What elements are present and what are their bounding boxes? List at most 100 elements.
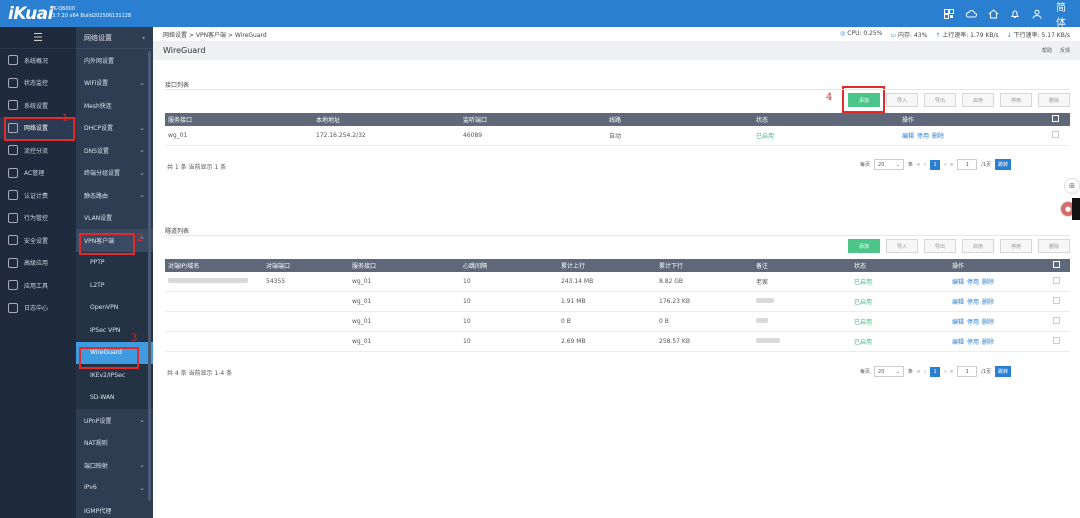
disable-link[interactable]: 停用	[967, 299, 979, 306]
next-page-button[interactable]: ›	[944, 369, 946, 375]
subnav-item[interactable]: IPv6 ⌄	[76, 477, 153, 500]
prev-page-button[interactable]: ‹	[924, 369, 926, 375]
current-page[interactable]: 1	[930, 366, 941, 377]
collapse-subnav-icon[interactable]: ‹	[142, 34, 145, 42]
subnav-item[interactable]: WiFi设置 ⌄	[76, 72, 153, 95]
language-switch[interactable]: 简体	[1056, 3, 1070, 29]
delete-link[interactable]: 删除	[932, 133, 944, 140]
total-upload: 0 B	[561, 318, 571, 325]
page-size-select[interactable]: 20 ⌄	[874, 366, 905, 377]
tunnel-export-button[interactable]: 导出	[924, 239, 956, 253]
iface-disable-button[interactable]: 停用	[1000, 93, 1032, 107]
feedback-link[interactable]: 反馈	[1060, 47, 1070, 54]
select-all-checkbox[interactable]	[1050, 261, 1070, 270]
delete-link[interactable]: 删除	[982, 299, 994, 306]
edit-link[interactable]: 编辑	[952, 319, 964, 326]
iface-add-button[interactable]: 添加	[848, 93, 880, 107]
sidebar-item[interactable]: 行为管控	[0, 207, 76, 230]
qrcode-float-icon[interactable]: ⊞	[1064, 178, 1080, 194]
vpn-subitem[interactable]: IPSec VPN	[76, 319, 153, 342]
tunnel-import-button[interactable]: 导入	[886, 239, 918, 253]
peer-port: 54355	[266, 278, 286, 285]
sidebar-item[interactable]: 流控分流	[0, 139, 76, 162]
subnav-item[interactable]: 终端分组设置 ⌄	[76, 162, 153, 185]
vpn-subitem[interactable]: L2TP	[76, 274, 153, 297]
first-page-button[interactable]: «	[917, 162, 920, 168]
sidebar-item[interactable]: AC管理	[0, 162, 76, 185]
help-link[interactable]: 帮助	[1042, 47, 1052, 54]
page-size-select[interactable]: 20 ⌄	[874, 159, 905, 170]
next-page-button[interactable]: ›	[944, 162, 946, 168]
bell-icon[interactable]	[1008, 7, 1022, 21]
vpn-subitem[interactable]: OpenVPN	[76, 296, 153, 319]
subnav-item[interactable]: 端口映射 ⌄	[76, 454, 153, 477]
last-page-button[interactable]: »	[950, 369, 953, 375]
subnav-item[interactable]: Mesh快连	[76, 94, 153, 117]
cloud-icon[interactable]	[964, 7, 978, 21]
prev-page-button[interactable]: ‹	[924, 162, 926, 168]
iface-name: wg_01	[168, 132, 188, 139]
sidebar-item[interactable]: 系统概况	[0, 49, 76, 72]
goto-page-input[interactable]: 1	[957, 366, 978, 377]
subnav-item-label: IPv6	[84, 484, 97, 492]
select-all-checkbox[interactable]	[1049, 115, 1070, 124]
row-checkbox[interactable]	[1050, 337, 1070, 346]
sidebar-item[interactable]: 认证计费	[0, 184, 76, 207]
collapse-sidebar-icon[interactable]: ☰	[0, 27, 76, 49]
edit-link[interactable]: 编辑	[952, 339, 964, 346]
subnav-item[interactable]: IGMP代理	[76, 499, 153, 518]
side-tab[interactable]	[1072, 198, 1080, 220]
first-page-button[interactable]: «	[917, 369, 920, 375]
edit-link[interactable]: 编辑	[952, 279, 964, 286]
iface-export-button[interactable]: 导出	[924, 93, 956, 107]
jump-button[interactable]: 跳转	[995, 159, 1012, 170]
subnav-item[interactable]: DHCP设置 ⌄	[76, 117, 153, 140]
edit-link[interactable]: 编辑	[952, 299, 964, 306]
sidebar-item[interactable]: 安全设置	[0, 229, 76, 252]
last-page-button[interactable]: »	[950, 162, 953, 168]
subnav-item[interactable]: NAT规则	[76, 432, 153, 455]
subnav-item-label: IGMP代理	[84, 507, 112, 515]
tunnel-table: 对端IP/域名 对端端口 服务接口 心跳间隔 累计上行 累计下行 备注 状态 操…	[165, 259, 1070, 352]
row-checkbox[interactable]	[1050, 297, 1070, 306]
chevron-down-icon: ⌄	[139, 78, 145, 87]
table-row: wg_01 10 2.69 MB 258.57 KB 已启用 编辑 停用 删除	[165, 332, 1070, 352]
goto-page-input[interactable]: 1	[957, 159, 978, 170]
user-icon[interactable]	[1030, 7, 1044, 21]
tunnel-add-button[interactable]: 添加	[848, 239, 880, 253]
edit-link[interactable]: 编辑	[902, 133, 914, 140]
subnav-item[interactable]: UPnP设置 ⌄	[76, 409, 153, 432]
tunnel-disable-button[interactable]: 停用	[1000, 239, 1032, 253]
vpn-subitem[interactable]: SD-WAN	[76, 386, 153, 409]
disable-link[interactable]: 停用	[967, 279, 979, 286]
iface-enable-button[interactable]: 启用	[962, 93, 994, 107]
primary-sidebar: ☰ 系统概况 状态监控 系统设置 网络设置 流控分流 AC管理 认证计费 行为管控 安全设置 高级…	[0, 27, 76, 518]
subnav-item[interactable]: DNS设置 ⌄	[76, 139, 153, 162]
row-checkbox[interactable]	[1049, 131, 1070, 140]
home-icon[interactable]	[986, 7, 1000, 21]
qrcode-icon[interactable]	[942, 7, 956, 21]
tunnel-delete-button[interactable]: 删除	[1038, 239, 1070, 253]
disable-link[interactable]: 停用	[917, 133, 929, 140]
sidebar-item[interactable]: 状态监控	[0, 72, 76, 95]
subnav-item[interactable]: 内外网设置	[76, 49, 153, 72]
delete-link[interactable]: 删除	[982, 319, 994, 326]
tools-icon	[8, 280, 18, 291]
sidebar-item[interactable]: 日志中心	[0, 297, 76, 320]
subnav-item[interactable]: VLAN设置	[76, 207, 153, 230]
iface-import-button[interactable]: 导入	[886, 93, 918, 107]
disable-link[interactable]: 停用	[967, 319, 979, 326]
row-checkbox[interactable]	[1050, 317, 1070, 326]
sidebar-item[interactable]: 应用工具	[0, 274, 76, 297]
row-checkbox[interactable]	[1050, 277, 1070, 286]
subnav-scrollbar[interactable]	[148, 51, 151, 501]
sidebar-item[interactable]: 高级应用	[0, 252, 76, 275]
jump-button[interactable]: 跳转	[995, 366, 1012, 377]
subnav-item[interactable]: 静态路由 ⌄	[76, 184, 153, 207]
iface-delete-button[interactable]: 删除	[1038, 93, 1070, 107]
tunnel-enable-button[interactable]: 启用	[962, 239, 994, 253]
delete-link[interactable]: 删除	[982, 339, 994, 346]
current-page[interactable]: 1	[930, 159, 941, 170]
disable-link[interactable]: 停用	[967, 339, 979, 346]
delete-link[interactable]: 删除	[982, 279, 994, 286]
